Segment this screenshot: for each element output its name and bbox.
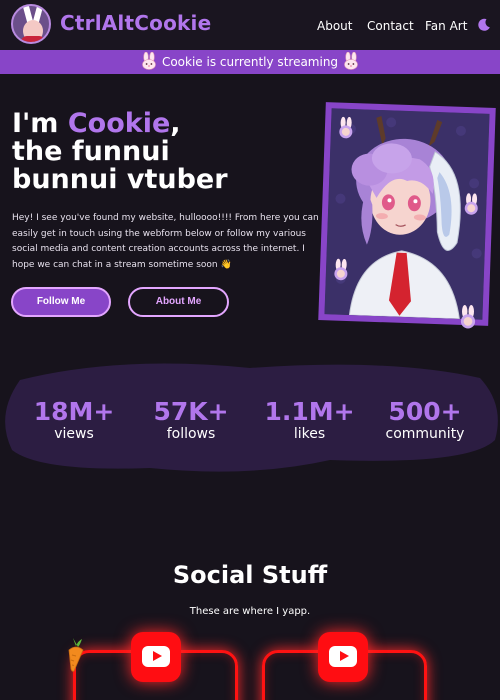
nav-contact-link[interactable]: Contact (367, 19, 414, 33)
logo-avatar[interactable] (11, 4, 51, 44)
stat-likes-value: 1.1M+ (264, 397, 355, 426)
streaming-banner[interactable]: Cookie is currently streaming (0, 50, 500, 74)
stat-views-label: views (54, 426, 94, 442)
banner-text: Cookie is currently streaming (161, 55, 339, 69)
bunny-sticker (334, 258, 348, 281)
hero-title-line3: bunnui vtuber (12, 164, 228, 195)
stat-likes-label: likes (293, 426, 326, 442)
stat-follows: 57K+ follows (146, 397, 236, 443)
youtube-icon[interactable] (131, 632, 181, 682)
bunny-sticker (460, 305, 476, 329)
carrot-icon (68, 638, 84, 672)
hero-title-name: Cookie (67, 108, 171, 139)
nav-fan-art-link[interactable]: Fan Art (425, 19, 467, 33)
character-illustration (324, 108, 490, 320)
stat-community: 500+ community (380, 397, 470, 443)
site-header: CtrlAltCookie About Contact Fan Art (0, 0, 500, 50)
hero-title-suffix: , (170, 108, 181, 139)
bunny-sticker (464, 193, 478, 215)
hero-title-line2: the funnui (12, 136, 170, 167)
social-section-subtitle: These are where I yapp. (189, 606, 311, 617)
social-section-title: Social Stuff (172, 561, 328, 589)
hero-title-prefix: I'm (12, 108, 68, 139)
hero-title: I'm Cookie, the funnui bunnui vtuber (12, 110, 312, 194)
hero-description: Hey! I see you've found my website, hull… (12, 213, 319, 270)
bunny-icon (344, 52, 358, 70)
stat-community-value: 500+ (388, 397, 462, 426)
stat-follows-label: follows (166, 426, 216, 442)
site-title[interactable]: CtrlAltCookie (60, 11, 211, 35)
stat-community-label: community (385, 426, 465, 442)
moon-icon[interactable] (477, 18, 491, 32)
character-art-frame (318, 102, 496, 326)
follow-me-button[interactable]: Follow Me (11, 287, 111, 317)
bunny-sticker (339, 116, 353, 139)
nav-about-link[interactable]: About (317, 19, 352, 33)
stat-views-value: 18M+ (33, 397, 115, 426)
stat-likes: 1.1M+ likes (262, 397, 357, 443)
stat-views: 18M+ views (29, 397, 119, 443)
bunny-icon (142, 52, 156, 70)
stat-follows-value: 57K+ (153, 397, 229, 426)
youtube-icon[interactable] (318, 632, 368, 682)
about-me-button[interactable]: About Me (128, 287, 229, 317)
